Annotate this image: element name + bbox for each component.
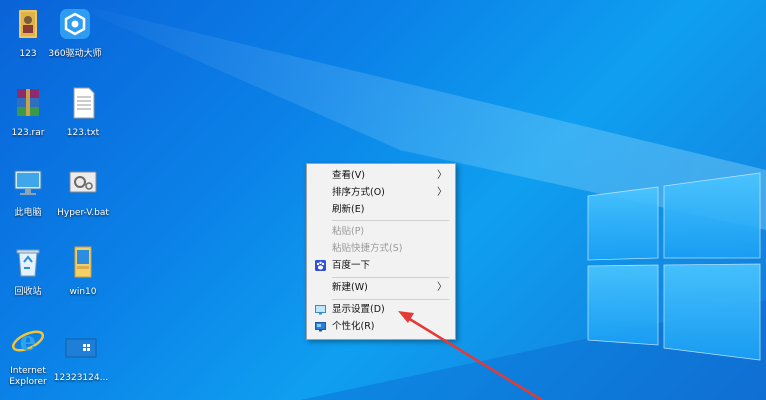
menu-item-view[interactable]: 查看(V) 〉 — [307, 167, 455, 184]
desktop-icon-image-12323124[interactable]: 12323124... — [53, 330, 109, 384]
personalize-icon — [315, 322, 326, 332]
menu-item-label: 百度一下 — [332, 260, 371, 271]
winrar-archive-icon — [17, 89, 39, 116]
computer-icon — [14, 170, 42, 195]
folder-person-icon — [19, 10, 37, 38]
desktop-icon-label: 123.txt — [66, 128, 100, 138]
desktop-icon-recycle-bin[interactable]: 回收站 — [0, 244, 56, 298]
menu-item-sort-by[interactable]: 排序方式(O) 〉 — [307, 184, 455, 201]
desktop-context-menu: 查看(V) 〉 排序方式(O) 〉 刷新(E) 粘贴(P) 粘贴快捷方式(S) … — [306, 163, 456, 340]
display-icon — [315, 305, 326, 315]
menu-item-label: 新建(W) — [332, 282, 368, 293]
menu-item-personalize[interactable]: 个性化(R) — [307, 318, 455, 335]
menu-separator — [332, 277, 449, 278]
menu-item-label: 刷新(E) — [332, 204, 365, 215]
menu-item-label: 粘贴快捷方式(S) — [332, 243, 403, 254]
chevron-right-icon: 〉 — [437, 170, 447, 181]
driver-master-icon — [60, 9, 90, 39]
menu-item-baidu[interactable]: 百度一下 — [307, 257, 455, 274]
desktop-icon-internet-explorer[interactable]: e Internet Explorer — [0, 323, 56, 388]
desktop-icon-label: 12323124... — [53, 373, 109, 383]
recycle-bin-icon — [16, 249, 40, 277]
folder-icon — [74, 246, 92, 278]
text-file-icon — [73, 87, 95, 119]
menu-item-paste-shortcut[interactable]: 粘贴快捷方式(S) — [307, 240, 455, 257]
desktop-icon-label: win10 — [69, 287, 97, 297]
desktop-icon-label: 123.rar — [11, 128, 45, 138]
internet-explorer-icon: e — [11, 327, 45, 357]
desktop-icon-label: 360驱动大师 — [48, 49, 102, 59]
menu-item-label: 查看(V) — [332, 170, 365, 181]
menu-item-refresh[interactable]: 刷新(E) — [307, 201, 455, 218]
desktop-icon-hyper-v-bat[interactable]: Hyper-V.bat — [55, 165, 111, 219]
desktop-icon-win10-folder[interactable]: win10 — [55, 244, 111, 298]
chevron-right-icon: 〉 — [437, 282, 447, 293]
desktop-icon-this-pc[interactable]: 此电脑 — [0, 165, 56, 219]
chevron-right-icon: 〉 — [437, 187, 447, 198]
menu-separator — [332, 220, 449, 221]
desktop-icon-label: 此电脑 — [14, 208, 42, 218]
desktop[interactable]: 123 360驱动大师 123.rar 123.txt 此电脑 Hyper-V.… — [0, 0, 766, 400]
baidu-paw-icon — [315, 260, 326, 271]
desktop-icon-123-rar[interactable]: 123.rar — [0, 85, 56, 139]
desktop-icon-123-txt[interactable]: 123.txt — [55, 85, 111, 139]
svg-text:e: e — [20, 327, 37, 357]
menu-item-label: 粘贴(P) — [332, 226, 365, 237]
menu-item-new[interactable]: 新建(W) 〉 — [307, 279, 455, 296]
desktop-icon-label: Internet Explorer — [9, 366, 47, 387]
desktop-icon-label: Hyper-V.bat — [57, 208, 109, 218]
menu-item-label: 排序方式(O) — [332, 187, 385, 198]
batch-file-icon — [69, 171, 97, 193]
menu-separator — [332, 299, 449, 300]
desktop-icon-label: 回收站 — [14, 287, 42, 297]
menu-item-label: 个性化(R) — [332, 321, 375, 332]
menu-item-label: 显示设置(D) — [332, 304, 385, 315]
image-file-icon — [65, 338, 97, 358]
desktop-icon-360-driver-master[interactable]: 360驱动大师 — [47, 6, 103, 60]
menu-item-display-settings[interactable]: 显示设置(D) — [307, 301, 455, 318]
menu-item-paste[interactable]: 粘贴(P) — [307, 223, 455, 240]
